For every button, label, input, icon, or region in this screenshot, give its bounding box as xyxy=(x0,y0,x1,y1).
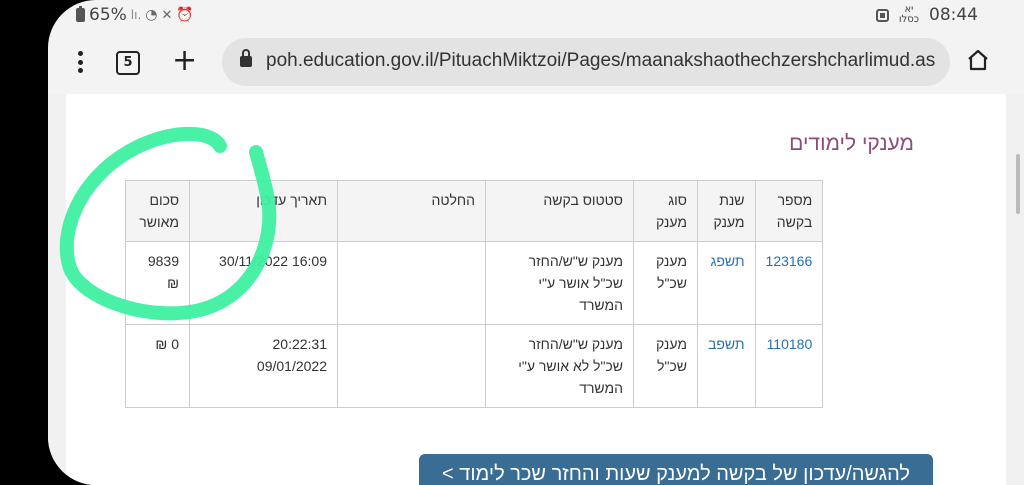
menu-icon[interactable] xyxy=(76,51,84,73)
grant-type-cell: מענק שכ"ל xyxy=(633,324,698,408)
request-number-link[interactable]: 110180 xyxy=(754,324,824,408)
status-cell: מענק ש"ש/החזר שכ"ל אושר ע"י המשרד xyxy=(485,241,634,325)
table-header-row: מספר בקשה שנת מענק סוג מענק סטטוס בקשה ה… xyxy=(125,180,824,242)
wifi-icon: ◔ xyxy=(145,7,158,23)
status-right: יא כסלו 08:44 xyxy=(875,5,978,25)
clock: 08:44 xyxy=(929,5,978,25)
url-text[interactable]: poh.education.gov.il/PituachMiktzoi/Page… xyxy=(266,50,935,72)
url-bar[interactable]: poh.education.gov.il/PituachMiktzoi/Page… xyxy=(222,38,950,86)
scrollbar[interactable] xyxy=(1016,154,1020,214)
battery-percent: 65% xyxy=(89,5,127,25)
hebrew-date-month: כסלו xyxy=(898,14,919,25)
amount-cell: 0 ₪ xyxy=(125,324,190,408)
col-request-status: סטטוס בקשה xyxy=(485,180,634,242)
signal-bars-text: lı. xyxy=(130,8,142,22)
col-grant-year: שנת מענק xyxy=(697,180,756,242)
decision-cell xyxy=(337,324,486,408)
home-icon[interactable] xyxy=(966,48,990,72)
page-title: מענקי לימודים xyxy=(789,132,914,155)
grants-table: מספר בקשה שנת מענק סוג מענק סטטוס בקשה ה… xyxy=(125,180,824,408)
hebrew-date: יא כסלו xyxy=(899,5,919,25)
browser-toolbar: 5 + poh.education.gov.il/PituachMiktzoi/… xyxy=(48,32,1024,94)
status-cell: מענק ש"ש/החזר שכ"ל לא אושר ע"י המשרד xyxy=(485,324,634,408)
update-date-cell: 16:09 30/11/2022 xyxy=(189,241,338,325)
grant-type-cell: מענק שכ"ל xyxy=(633,241,698,325)
col-request-number: מספר בקשה xyxy=(754,180,824,242)
update-date-cell: 20:22:31 09/01/2022 xyxy=(189,324,338,408)
grant-year-link[interactable]: תשפג xyxy=(697,241,756,325)
table-row: 123166 תשפג מענק שכ"ל מענק ש"ש/החזר שכ"ל… xyxy=(125,241,824,325)
new-tab-icon[interactable]: + xyxy=(172,43,197,79)
request-number-link[interactable]: 123166 xyxy=(754,241,824,325)
status-left: 65% lı. ◔ ✕ ⏰ xyxy=(76,5,194,25)
col-update-date: תאריך עדכון xyxy=(189,180,338,242)
grant-year-link[interactable]: תשפב xyxy=(697,324,756,408)
web-viewport: מענקי לימודים מספר בקשה שנת מענק סוג מענ… xyxy=(48,94,1024,485)
battery-icon xyxy=(76,6,85,22)
col-approved-amount: סכום מאושר xyxy=(125,180,190,242)
mute-icon: ✕ xyxy=(161,7,173,23)
alarm-icon: ⏰ xyxy=(176,7,194,23)
table-row: 110180 תשפב מענק שכ"ל מענק ש"ש/החזר שכ"ל… xyxy=(125,324,824,408)
col-decision: החלטה xyxy=(337,180,486,242)
page-content: מענקי לימודים מספר בקשה שנת מענק סוג מענ… xyxy=(66,94,1006,485)
amount-cell: 9839 ₪ xyxy=(125,241,190,325)
col-grant-type: סוג מענק xyxy=(633,180,698,242)
status-bar: 65% lı. ◔ ✕ ⏰ יא כסלו 08:44 xyxy=(48,0,1024,30)
tab-switcher-button[interactable]: 5 xyxy=(116,51,140,75)
decision-cell xyxy=(337,241,486,325)
lock-icon[interactable] xyxy=(240,49,252,67)
phone-screen: 65% lı. ◔ ✕ ⏰ יא כסלו 08:44 5 + poh.educ… xyxy=(48,0,1024,485)
submit-request-button[interactable]: להגשה/עדכון של בקשה למענק שעות והחזר שכר… xyxy=(419,454,933,485)
screen-record-icon xyxy=(875,8,889,22)
